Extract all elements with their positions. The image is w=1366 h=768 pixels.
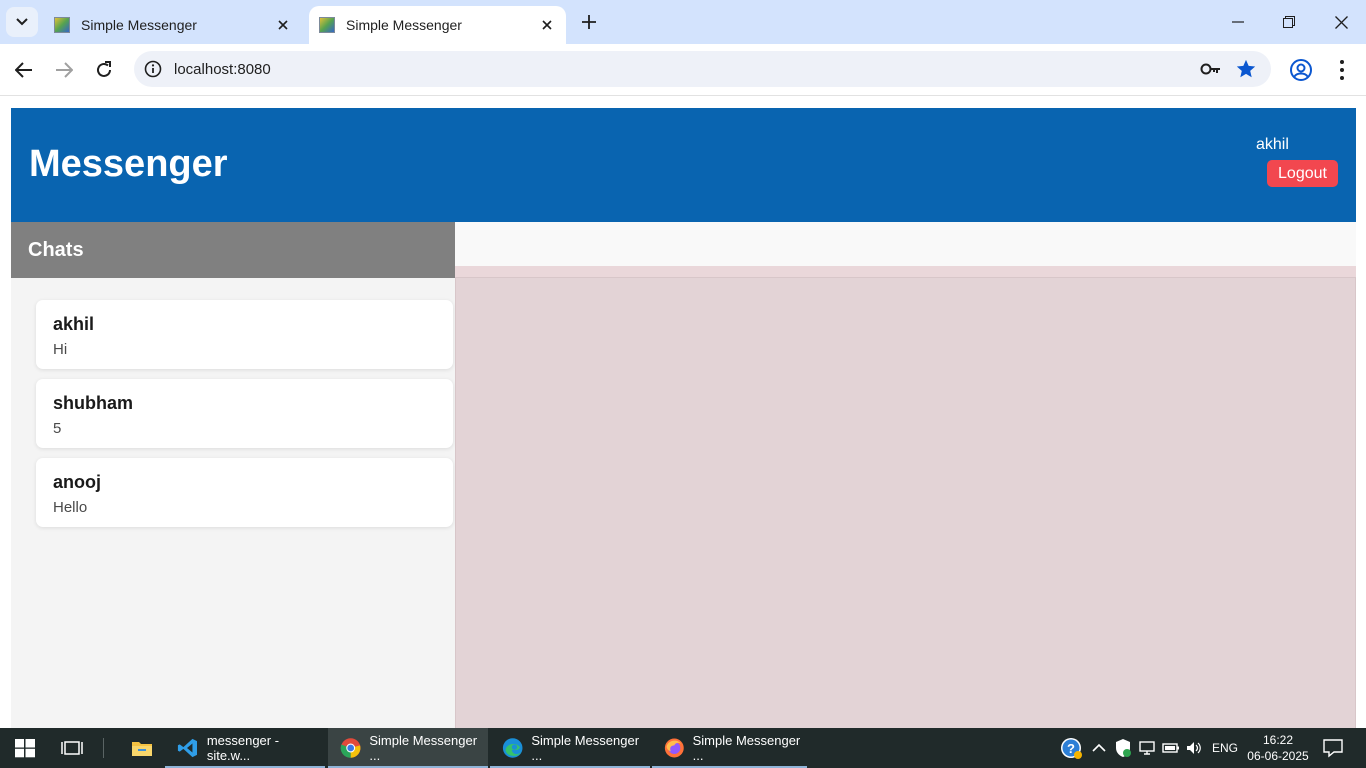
taskbar-divider [103, 738, 104, 758]
help-icon[interactable]: ? [1060, 736, 1084, 760]
system-clock[interactable]: 16:22 06-06-2025 [1240, 732, 1316, 764]
taskbar-app-firefox[interactable]: Simple Messenger ... [652, 728, 807, 768]
close-tab-icon[interactable] [274, 16, 292, 34]
conversation-divider [455, 266, 1356, 277]
edge-icon [502, 738, 523, 758]
conversation-header [455, 222, 1356, 266]
browser-toolbar: localhost:8080 [0, 44, 1366, 96]
address-bar[interactable]: localhost:8080 [134, 51, 1271, 87]
sidebar-title: Chats [28, 239, 84, 261]
tab-title: Simple Messenger [346, 17, 462, 33]
vscode-icon [177, 738, 197, 758]
logout-button[interactable]: Logout [1267, 160, 1338, 187]
language-indicator[interactable]: ENG [1212, 728, 1238, 768]
app-title: Messenger [29, 143, 228, 185]
star-icon[interactable] [1235, 58, 1257, 80]
sidebar-header: Chats [11, 222, 455, 278]
page-viewport: Messenger akhil Logout Chats akhil Hi sh… [0, 97, 1366, 728]
file-explorer-icon[interactable] [130, 736, 154, 760]
more-menu-icon[interactable] [1331, 58, 1353, 82]
close-icon [1334, 15, 1348, 29]
chat-list-item[interactable]: anooj Hello [36, 458, 453, 527]
new-tab-button[interactable] [578, 11, 600, 33]
chat-list-item[interactable]: shubham 5 [36, 379, 453, 448]
plus-icon [582, 15, 596, 29]
restore-icon [1283, 16, 1295, 28]
reload-icon [97, 61, 111, 77]
browser-tab[interactable]: Simple Messenger [44, 6, 302, 44]
browser-tab-bar: Simple Messenger Simple Messenger [0, 0, 1366, 44]
chat-last-message: 5 [53, 420, 62, 437]
tab-title: Simple Messenger [81, 17, 197, 33]
arrow-right-icon [56, 62, 73, 78]
chat-contact-name: akhil [53, 314, 95, 334]
restore-button[interactable] [1274, 8, 1304, 36]
close-window-button[interactable] [1326, 8, 1356, 36]
battery-icon[interactable] [1162, 736, 1180, 760]
current-user-name: akhil [1256, 136, 1289, 153]
chat-sidebar: Chats akhil Hi shubham 5 anooj Hello [11, 222, 455, 728]
close-tab-icon[interactable] [538, 16, 556, 34]
site-favicon-icon [54, 17, 70, 33]
tab-search-button[interactable] [6, 7, 38, 37]
app-header: Messenger akhil Logout [11, 108, 1356, 222]
security-shield-icon[interactable] [1114, 736, 1132, 760]
chat-last-message: Hello [53, 499, 88, 516]
taskbar-app-label: Simple Messenger ... [531, 733, 640, 763]
key-icon[interactable] [1200, 59, 1222, 79]
minimize-button[interactable] [1223, 8, 1253, 36]
chrome-icon [340, 738, 361, 758]
windows-taskbar: messenger - site.w... Simple Messenger .… [0, 728, 1366, 768]
profile-icon[interactable] [1289, 58, 1313, 82]
chevron-up-icon[interactable] [1091, 736, 1107, 760]
windows-start-icon[interactable] [13, 736, 37, 760]
reload-button[interactable] [90, 56, 118, 84]
taskbar-app-label: messenger - site.w... [206, 733, 280, 763]
svg-text:?: ? [1067, 741, 1075, 756]
chat-contact-name: anooj [53, 472, 101, 492]
chat-list-item[interactable]: akhil Hi [36, 300, 453, 369]
site-favicon-icon [319, 17, 335, 33]
notification-center-icon[interactable] [1322, 736, 1344, 760]
network-icon[interactable] [1138, 736, 1156, 760]
info-icon[interactable] [144, 60, 162, 78]
taskbar-app-label: Simple Messenger ... [692, 733, 801, 763]
clock-time: 16:22 [1262, 733, 1294, 747]
chat-last-message: Hi [53, 341, 68, 358]
back-button[interactable] [10, 56, 38, 84]
arrow-left-icon [15, 62, 32, 78]
taskbar-app-chrome[interactable]: Simple Messenger ... [328, 728, 488, 768]
task-view-icon[interactable] [60, 736, 84, 760]
taskbar-app-label: Simple Messenger ... [369, 733, 478, 763]
volume-icon[interactable] [1185, 736, 1203, 760]
chat-contact-name: shubham [53, 393, 134, 413]
forward-button[interactable] [50, 56, 78, 84]
firefox-icon [664, 738, 684, 758]
chevron-down-icon [16, 18, 28, 26]
conversation-panel[interactable] [455, 277, 1356, 728]
url-text[interactable]: localhost:8080 [174, 61, 271, 78]
taskbar-app-vscode[interactable]: messenger - site.w... [165, 728, 325, 768]
clock-date: 06-06-2025 [1247, 749, 1309, 763]
taskbar-app-edge[interactable]: Simple Messenger ... [490, 728, 650, 768]
minimize-icon [1232, 21, 1244, 23]
browser-tab-active[interactable]: Simple Messenger [309, 6, 566, 44]
